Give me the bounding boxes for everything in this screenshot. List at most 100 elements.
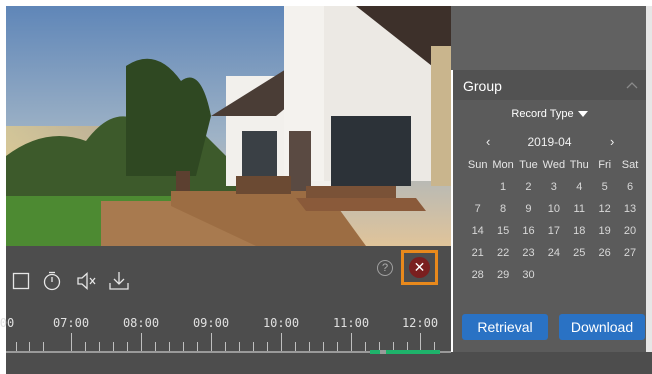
- close-playback-button[interactable]: ✕: [409, 257, 430, 278]
- timeline-tick: [420, 333, 421, 351]
- timeline-tick: [337, 342, 338, 351]
- timeline-tick: [211, 333, 212, 351]
- calendar-day[interactable]: 26: [592, 247, 617, 259]
- mute-icon[interactable]: [76, 270, 96, 292]
- calendar-day[interactable]: 23: [516, 247, 541, 259]
- calendar-day[interactable]: 11: [567, 203, 592, 215]
- calendar-day[interactable]: 20: [617, 225, 642, 237]
- calendar-day[interactable]: 15: [490, 225, 515, 237]
- calendar-day[interactable]: 14: [465, 225, 490, 237]
- caret-down-icon: [577, 111, 588, 118]
- timeline-tick: [183, 342, 184, 351]
- month-navigator: ‹ 2019-04 ›: [453, 134, 646, 150]
- record-type-dropdown[interactable]: Record Type: [453, 108, 646, 120]
- calendar-week-row: 1 2 3 4 5 6: [465, 176, 643, 198]
- timeline-tick: [351, 333, 352, 351]
- calendar-day[interactable]: 29: [490, 269, 515, 281]
- video-frame-image: [6, 6, 451, 246]
- calendar-day[interactable]: 22: [490, 247, 515, 259]
- timeline-tick: [99, 342, 100, 351]
- timeline-label: 11:00: [332, 316, 370, 330]
- timeline-label: 09:00: [192, 316, 230, 330]
- timeline-tick: [85, 342, 86, 351]
- timeline-tick: [295, 342, 296, 351]
- calendar-day[interactable]: 19: [592, 225, 617, 237]
- calendar-day[interactable]: 25: [567, 247, 592, 259]
- timeline-tick: [141, 333, 142, 351]
- timeline-tick: [267, 342, 268, 351]
- group-header[interactable]: Group: [453, 70, 646, 100]
- weekday-label: Tue: [519, 159, 538, 171]
- panel-scrollbar[interactable]: [646, 6, 652, 352]
- weekday-label: Wed: [542, 159, 566, 171]
- weekday-label: Fri: [598, 159, 612, 171]
- calendar-day[interactable]: 21: [465, 247, 490, 259]
- timeline-tick: [71, 333, 72, 351]
- calendar-day[interactable]: 17: [541, 225, 566, 237]
- timeline-tick: [113, 342, 114, 351]
- timeline-label: 10:00: [262, 316, 300, 330]
- weekday-label: Sun: [467, 159, 488, 171]
- calendar-day[interactable]: 12: [592, 203, 617, 215]
- calendar-day[interactable]: 3: [541, 181, 566, 193]
- weekday-label: Mon: [492, 159, 514, 171]
- timeline-tick: [239, 342, 240, 351]
- calendar-day[interactable]: 27: [617, 247, 642, 259]
- calendar-day[interactable]: 18: [567, 225, 592, 237]
- recording-segment[interactable]: [386, 350, 440, 354]
- calendar-day[interactable]: 13: [617, 203, 642, 215]
- next-month-button[interactable]: ›: [610, 134, 614, 149]
- timeline-tick: [127, 342, 128, 351]
- timeline-tick: [16, 342, 17, 351]
- calendar-day[interactable]: 1: [490, 181, 515, 193]
- recording-segment[interactable]: [370, 350, 380, 354]
- download-icon[interactable]: [108, 270, 129, 292]
- close-playback-highlight: ✕: [401, 250, 438, 285]
- calendar-day[interactable]: 10: [541, 203, 566, 215]
- calendar-day[interactable]: 6: [617, 181, 642, 193]
- calendar-day[interactable]: 8: [490, 203, 515, 215]
- download-button[interactable]: Download: [559, 314, 645, 340]
- group-title: Group: [463, 78, 502, 94]
- retrieval-button[interactable]: Retrieval: [462, 314, 548, 340]
- weekday-label: Sat: [621, 159, 639, 171]
- calendar-day[interactable]: 16: [516, 225, 541, 237]
- timeline-tick: [197, 342, 198, 351]
- calendar-day[interactable]: 7: [465, 203, 490, 215]
- calendar-week-row: 7 8 9 10 11 12 13: [465, 198, 643, 220]
- search-panel: Group Record Type ‹ 2019-04 › Sun Mon Tu…: [453, 70, 646, 352]
- panel-top-area: [451, 6, 652, 70]
- month-label: 2019-04: [527, 135, 572, 149]
- timeline-label: 12:00: [401, 316, 439, 330]
- calendar-day[interactable]: 28: [465, 269, 490, 281]
- weekday-label: Thu: [569, 159, 589, 171]
- calendar-day[interactable]: 4: [567, 181, 592, 193]
- calendar-weekday-row: Sun Mon Tue Wed Thu Fri Sat: [465, 154, 643, 176]
- timeline-track[interactable]: [6, 331, 451, 356]
- panel-bottom-area: [451, 352, 652, 374]
- video-playback-view[interactable]: [6, 6, 451, 246]
- timeline-label: 00: [0, 316, 15, 330]
- stop-icon[interactable]: [12, 270, 32, 292]
- help-icon[interactable]: ?: [377, 260, 393, 276]
- timeline-tick: [169, 342, 170, 351]
- timeline-label: 08:00: [122, 316, 160, 330]
- chevron-up-icon[interactable]: [626, 80, 638, 90]
- timeline-tick: [225, 342, 226, 351]
- timeline-tick: [309, 342, 310, 351]
- calendar-day[interactable]: 5: [592, 181, 617, 193]
- timer-icon[interactable]: [42, 270, 62, 292]
- calendar-day[interactable]: 9: [516, 203, 541, 215]
- timeline-tick: [43, 342, 44, 351]
- timeline-tick: [253, 342, 254, 351]
- timeline-label: 07:00: [52, 316, 90, 330]
- calendar-grid: Sun Mon Tue Wed Thu Fri Sat 1 2 3 4 5 6 …: [465, 154, 643, 286]
- calendar-day[interactable]: 30: [516, 269, 541, 281]
- timeline-tick: [29, 342, 30, 351]
- timeline-tick: [365, 342, 366, 351]
- calendar-week-row: 21 22 23 24 25 26 27: [465, 242, 643, 264]
- calendar-day[interactable]: 24: [541, 247, 566, 259]
- timeline-tick: [281, 333, 282, 351]
- timeline-tick: [323, 342, 324, 351]
- calendar-day[interactable]: 2: [516, 181, 541, 193]
